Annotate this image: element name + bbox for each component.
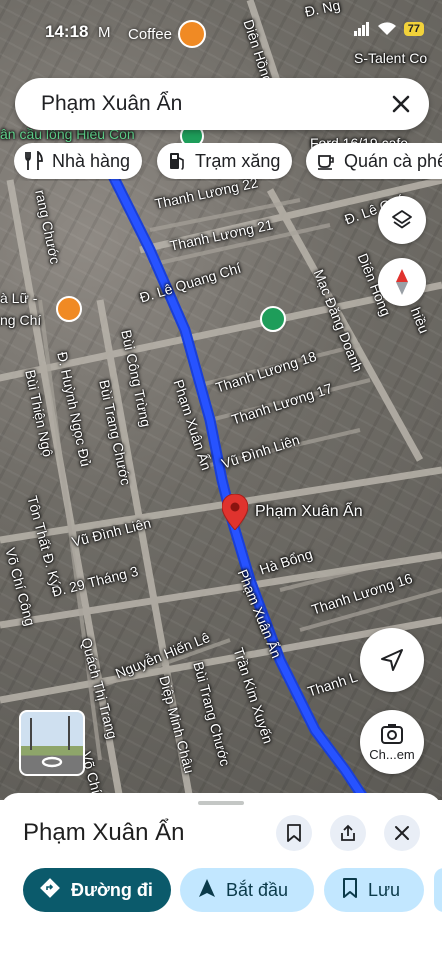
directions-icon [39, 877, 61, 904]
directions-button[interactable]: Đường đi [23, 868, 171, 912]
save-label: Lưu [368, 879, 401, 900]
directions-label: Đường đi [71, 879, 153, 900]
rotate-360-icon [41, 756, 63, 768]
share-icon [341, 824, 355, 841]
compass-button[interactable] [378, 258, 426, 306]
park-pin-icon[interactable] [260, 306, 286, 332]
drag-handle[interactable] [198, 801, 244, 805]
search-bar[interactable]: Phạm Xuân Ẩn [15, 78, 429, 130]
close-sheet-button[interactable] [384, 815, 420, 851]
coffee-icon [316, 151, 336, 171]
chip-coffee-label: Quán cà phê [344, 150, 442, 171]
poi-ng-chi-label: ng Chí [0, 312, 42, 328]
more-actions-chip[interactable] [434, 868, 442, 912]
restaurant-pin-icon[interactable] [56, 296, 82, 322]
chip-coffee[interactable]: Quán cà phê [306, 143, 442, 179]
chip-gas-station[interactable]: Trạm xăng [157, 143, 293, 179]
save-bookmark-button[interactable] [276, 815, 312, 851]
lens-button-label: Ch...em [369, 746, 415, 762]
status-bar: 14:18 M 77 [0, 18, 442, 48]
poi-s-talent-label: S-Talent Co [354, 50, 428, 66]
navigation-arrow-icon [198, 878, 216, 903]
share-button[interactable] [330, 815, 366, 851]
place-title: Phạm Xuân Ẩn [23, 819, 185, 846]
poi-la-lu-label: à Lữ - [0, 290, 38, 306]
close-icon[interactable] [387, 90, 415, 118]
navigation-arrow-outline-icon [381, 649, 403, 671]
location-pin[interactable] [222, 494, 248, 530]
place-bottom-sheet[interactable]: Phạm Xuân Ẩn Đường đi Bắt đầu Lưu [0, 793, 442, 960]
category-chips: Nhà hàng Trạm xăng Quán cà phê [14, 143, 442, 181]
street-view-thumbnail[interactable] [19, 710, 85, 776]
wifi-icon [377, 22, 396, 35]
chip-restaurant-label: Nhà hàng [52, 150, 131, 171]
restaurant-icon [24, 150, 44, 171]
camera-lens-icon [381, 723, 403, 744]
layers-button[interactable] [378, 196, 426, 244]
notification-m-icon: M [98, 24, 111, 41]
my-location-button[interactable] [360, 628, 424, 692]
lens-button[interactable]: Ch...em [360, 710, 424, 774]
close-icon [395, 826, 409, 840]
status-right: 77 [353, 22, 424, 36]
save-button[interactable]: Lưu [324, 868, 424, 912]
pin-label: Phạm Xuân Ẩn [255, 503, 363, 520]
battery-indicator: 77 [403, 22, 424, 36]
street-view-scene [30, 716, 70, 768]
red-pin-icon [222, 494, 248, 530]
bookmark-icon [342, 877, 358, 903]
start-button[interactable]: Bắt đầu [180, 868, 314, 912]
gas-station-icon [167, 151, 187, 171]
signal-icon [353, 22, 369, 36]
status-time: 14:18 [45, 22, 89, 41]
chip-gas-station-label: Trạm xăng [195, 150, 281, 171]
layers-icon [392, 210, 412, 229]
bookmark-icon [287, 824, 301, 842]
chip-restaurant[interactable]: Nhà hàng [14, 143, 143, 179]
search-query[interactable]: Phạm Xuân Ẩn [41, 92, 182, 116]
start-label: Bắt đầu [226, 879, 289, 900]
compass-icon [396, 269, 408, 295]
